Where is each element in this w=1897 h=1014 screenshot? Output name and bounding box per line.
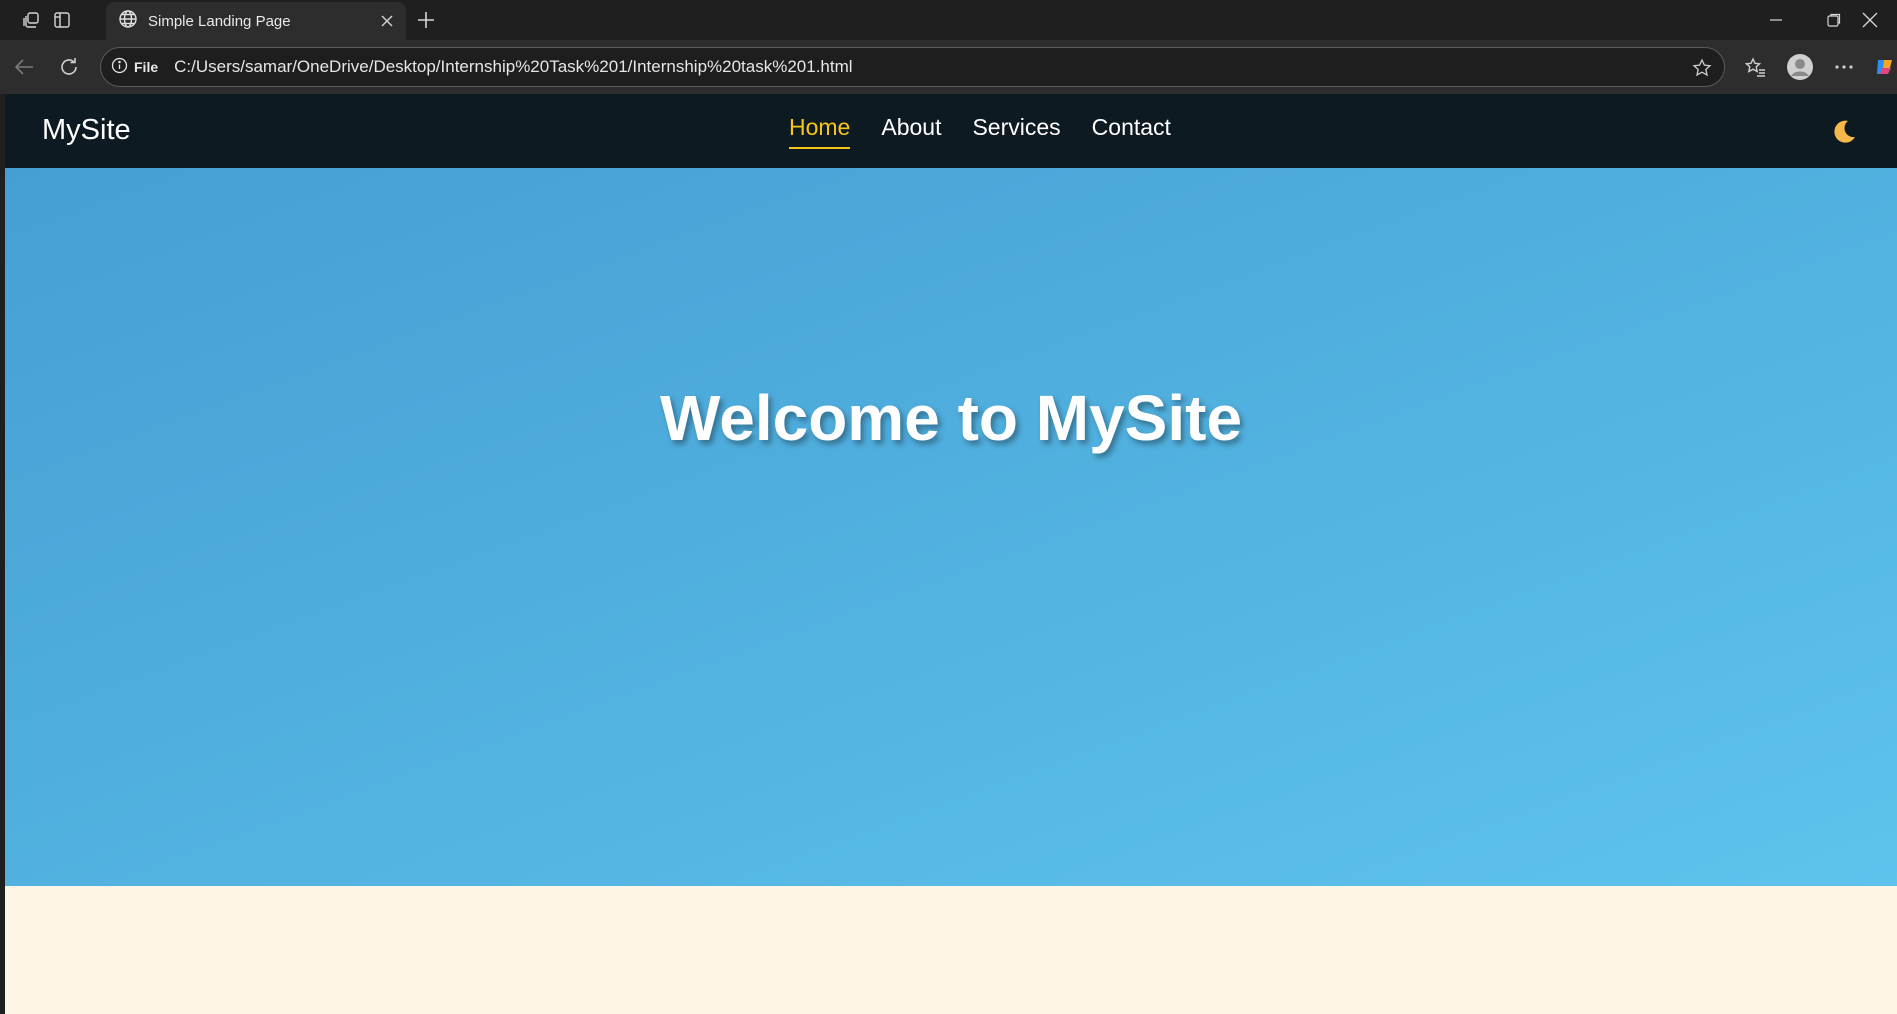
tab-title: Simple Landing Page [148,12,291,30]
nav-link-home[interactable]: Home [789,114,851,149]
nav-link-services[interactable]: Services [972,114,1060,149]
favorites-icon[interactable] [1739,51,1771,83]
nav-link-about[interactable]: About [881,114,941,149]
close-window-icon[interactable] [1862,0,1897,40]
moon-icon [1829,118,1857,151]
profile-avatar-icon[interactable] [1784,51,1816,83]
address-bar[interactable]: File C:/Users/samar/OneDrive/Desktop/Int… [100,47,1725,87]
site-navbar: MySite Home About Services Contact [5,94,1897,168]
minimize-icon[interactable] [1748,0,1804,40]
copilot-icon[interactable] [1874,51,1897,83]
new-tab-icon[interactable] [411,6,441,34]
refresh-icon[interactable] [53,51,85,83]
hero-section: Welcome to MySite [5,168,1897,886]
site-info-button[interactable]: File [111,57,158,77]
page-viewport: MySite Home About Services Contact Welco… [5,94,1897,1014]
site-info-label: File [134,59,159,75]
site-nav-menu: Home About Services Contact [789,114,1171,149]
workspaces-icon[interactable] [16,6,46,34]
close-tab-icon[interactable] [376,10,398,32]
vertical-tabs-icon[interactable] [47,6,77,34]
back-arrow-icon[interactable] [8,51,40,83]
site-brand[interactable]: MySite [42,114,131,147]
info-icon [111,57,128,77]
theme-toggle-button[interactable] [1828,119,1858,149]
browser-toolbar: File C:/Users/samar/OneDrive/Desktop/Int… [0,40,1897,94]
content-section [5,886,1897,1014]
url-text[interactable]: C:/Users/samar/OneDrive/Desktop/Internsh… [174,57,852,77]
star-icon[interactable] [1690,56,1714,80]
hero-title: Welcome to MySite [659,382,1243,454]
globe-icon [118,9,138,34]
nav-link-contact[interactable]: Contact [1092,114,1171,149]
restore-icon[interactable] [1806,0,1862,40]
browser-tab-bar: Simple Landing Page [0,0,1897,40]
active-tab[interactable]: Simple Landing Page [106,2,406,40]
more-options-icon[interactable] [1828,51,1860,83]
